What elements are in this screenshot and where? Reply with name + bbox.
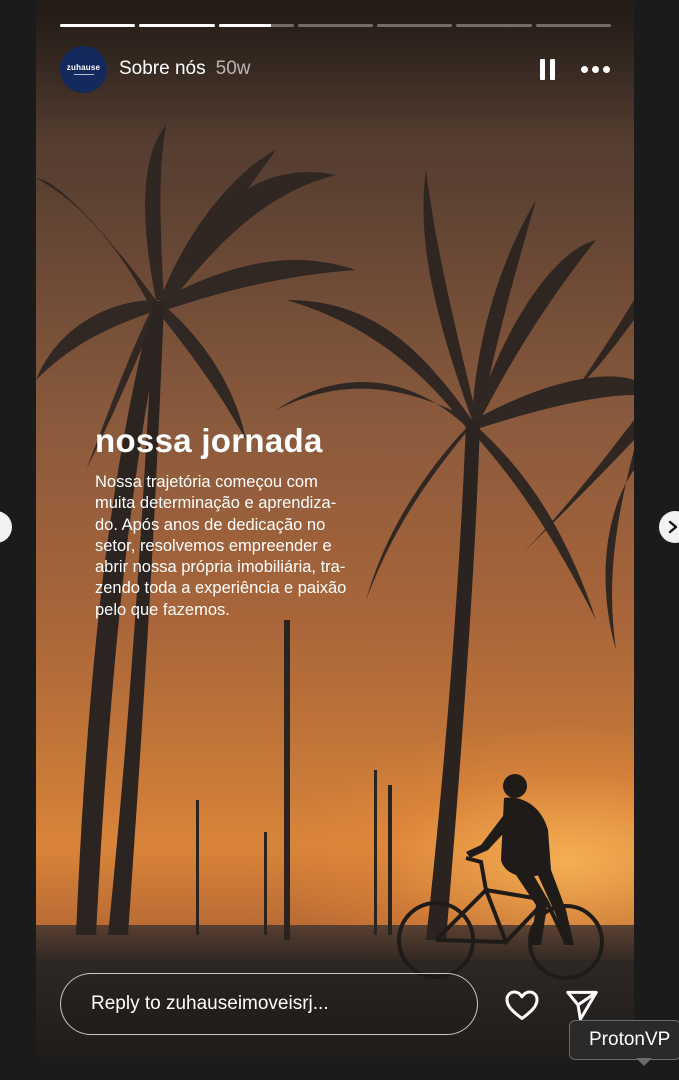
heart-icon[interactable]	[503, 986, 541, 1024]
story-header: zuhause Sobre nós 50w	[60, 45, 610, 93]
progress-segment-fill	[139, 24, 215, 27]
story-progress-bar	[60, 24, 611, 27]
story-body-line: Nossa trajetória começou com	[95, 473, 318, 491]
avatar[interactable]: zuhause	[60, 45, 107, 93]
story-body-line: setor, resolvemos empreender e	[95, 536, 332, 555]
progress-segment	[218, 24, 294, 27]
reply-placeholder: Reply to zuhauseimoveisrj...	[91, 993, 329, 1014]
pause-icon[interactable]	[540, 58, 555, 80]
previous-story-button[interactable]	[0, 511, 12, 543]
progress-segment	[535, 24, 611, 27]
avatar-logo-underline	[73, 74, 94, 75]
story-heading: nossa jornada	[95, 422, 323, 459]
tooltip-arrow	[636, 1058, 652, 1066]
header-actions	[540, 58, 610, 80]
time-ago: 50w	[215, 58, 251, 79]
progress-segment-fill	[60, 24, 136, 27]
tooltip: ProtonVP	[569, 1020, 679, 1060]
story-body-line: zendo toda a experiência e paixão	[95, 579, 347, 598]
more-icon[interactable]	[581, 65, 610, 73]
reply-input[interactable]: Reply to zuhauseimoveisrj...	[60, 973, 478, 1035]
send-icon[interactable]	[563, 986, 601, 1024]
progress-segment	[60, 24, 136, 27]
story-body-line: muita determinação e aprendiza-	[95, 494, 337, 513]
tooltip-text: ProtonVP	[589, 1029, 671, 1050]
progress-segment	[297, 24, 374, 27]
story-body-line: do. Após anos de dedicação no	[95, 515, 326, 534]
story-viewer[interactable]: zuhause Sobre nós 50w nossa jornada Noss…	[36, 0, 634, 1058]
story-body-line: pelo que fazemos.	[95, 600, 230, 619]
progress-segment	[139, 24, 215, 27]
story-body-line: abrir nossa própria imobiliária, tra-	[95, 558, 346, 577]
account-name[interactable]: Sobre nós	[119, 58, 206, 80]
chevron-right-icon	[668, 520, 678, 534]
progress-segment-fill	[218, 24, 272, 27]
story-text: nossa jornada Nossa trajetória começou c…	[95, 422, 385, 621]
avatar-logo-text: zuhause	[66, 63, 101, 72]
progress-segment	[456, 24, 532, 27]
story-body: Nossa trajetória começou com muita deter…	[95, 472, 385, 621]
progress-segment	[377, 24, 453, 27]
next-story-button[interactable]	[659, 511, 679, 543]
